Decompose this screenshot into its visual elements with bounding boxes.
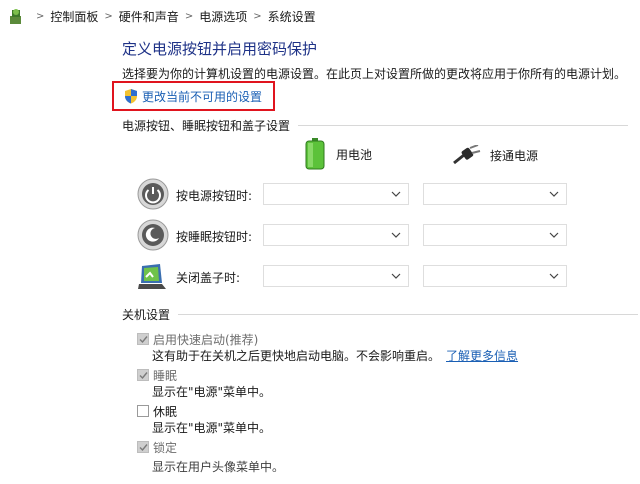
column-plugged-in: 接通电源	[452, 145, 538, 165]
chevron-right-icon: >	[184, 10, 194, 22]
section-shutdown-label: 关机设置	[122, 308, 171, 322]
chevron-down-icon	[391, 191, 401, 197]
power-plug-icon	[453, 145, 481, 165]
sleep-button-plugged-select[interactable]	[423, 224, 567, 246]
section-power-buttons-label: 电源按钮、睡眠按钮和盖子设置	[122, 119, 291, 133]
page-subtitle: 选择要为你的计算机设置的电源设置。在此页上对设置所做的更改将应用于你所有的电源计…	[122, 67, 627, 81]
fast-startup-desc: 这有助于在关机之后更快地启动电脑。不会影响重启。 了解更多信息	[152, 347, 518, 364]
checkmark-icon	[139, 336, 148, 344]
sleep-button-battery-select[interactable]	[263, 224, 409, 246]
change-unavailable-settings-link[interactable]: 更改当前不可用的设置	[142, 88, 262, 105]
chevron-down-icon	[391, 273, 401, 279]
sleep-desc: 显示在"电源"菜单中。	[152, 385, 272, 399]
breadcrumb: > 控制面板 > 硬件和声音 > 电源选项 > 系统设置	[0, 0, 640, 32]
section-divider	[298, 125, 629, 126]
lock-desc: 显示在用户头像菜单中。	[152, 460, 285, 474]
column-plugged-in-label: 接通电源	[490, 148, 539, 163]
checkmark-icon	[139, 372, 148, 380]
fast-startup-label: 启用快速启动(推荐)	[153, 333, 259, 347]
fast-startup-desc-text: 这有助于在关机之后更快地启动电脑。不会影响重启。	[152, 349, 441, 363]
page-title: 定义电源按钮并启用密码保护	[122, 40, 318, 58]
row-close-lid-label: 关闭盖子时:	[176, 271, 241, 285]
lock-label: 锁定	[153, 441, 178, 455]
sleep-checkbox[interactable]	[137, 369, 149, 381]
control-panel-icon	[10, 9, 21, 24]
breadcrumb-system-settings: 系统设置	[267, 9, 316, 24]
sleep-button-icon	[137, 219, 169, 251]
hibernate-desc: 显示在"电源"菜单中。	[152, 421, 272, 435]
hibernate-label: 休眠	[153, 405, 178, 419]
change-settings-highlight: 更改当前不可用的设置	[112, 81, 275, 111]
power-button-plugged-select[interactable]	[423, 183, 567, 205]
chevron-right-icon: >	[104, 10, 113, 22]
column-battery-label: 用电池	[336, 147, 373, 162]
close-lid-plugged-select[interactable]	[423, 265, 567, 287]
row-power-button-label: 按电源按钮时:	[176, 189, 253, 203]
chevron-down-icon	[549, 191, 559, 197]
laptop-lid-icon	[138, 264, 166, 289]
row-sleep-button-label: 按睡眠按钮时:	[176, 230, 253, 244]
chevron-right-icon: >	[36, 10, 45, 22]
section-shutdown: 关机设置	[122, 306, 639, 323]
sleep-label: 睡眠	[153, 369, 178, 383]
column-battery: 用电池	[304, 138, 372, 170]
section-power-buttons: 电源按钮、睡眠按钮和盖子设置	[122, 117, 629, 134]
chevron-down-icon	[391, 232, 401, 238]
breadcrumb-hardware-sound[interactable]: 硬件和声音	[119, 8, 179, 25]
chevron-down-icon	[549, 232, 559, 238]
fast-startup-checkbox[interactable]	[137, 333, 149, 345]
section-divider	[178, 314, 639, 315]
power-button-icon	[137, 178, 169, 210]
chevron-down-icon	[549, 273, 559, 279]
close-lid-battery-select[interactable]	[263, 265, 409, 287]
learn-more-link[interactable]: 了解更多信息	[446, 349, 518, 363]
lock-checkbox[interactable]	[137, 441, 149, 453]
hibernate-checkbox[interactable]	[137, 405, 149, 417]
chevron-right-icon: >	[253, 10, 262, 22]
power-button-battery-select[interactable]	[263, 183, 409, 205]
breadcrumb-power-options[interactable]: 电源选项	[199, 8, 247, 25]
breadcrumb-control-panel[interactable]: 控制面板	[50, 8, 98, 25]
checkmark-icon	[139, 444, 148, 452]
uac-shield-icon	[125, 89, 137, 104]
battery-icon	[305, 138, 325, 170]
